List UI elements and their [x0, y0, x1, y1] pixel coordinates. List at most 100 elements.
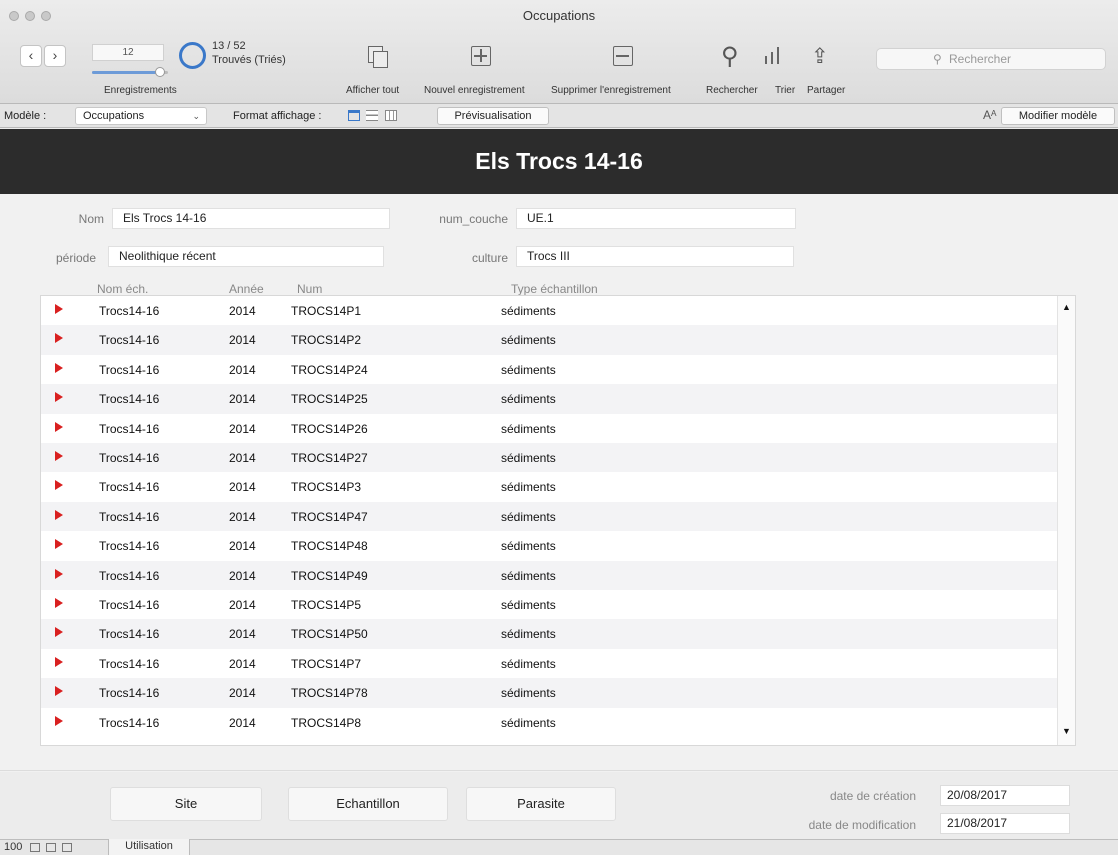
go-to-record-icon[interactable] — [55, 568, 63, 579]
table-row[interactable]: Trocs14-16 2014 TROCS14P47 sédiments — [41, 501, 1059, 532]
zoom-out-icon[interactable] — [30, 843, 40, 852]
table-row[interactable]: Trocs14-16 2014 TROCS14P7 sédiments — [41, 649, 1059, 678]
search-icon[interactable]: ⚲ — [721, 45, 739, 69]
table-row[interactable]: Trocs14-16 2014 TROCS14P26 sédiments — [41, 414, 1059, 443]
next-record-button[interactable]: › — [44, 45, 66, 67]
table-row[interactable]: Trocs14-16 2014 TROCS14P2 sédiments — [41, 325, 1059, 355]
table-row[interactable]: Trocs14-16 2014 TROCS14P48 sédiments — [41, 531, 1059, 560]
cell-annee: 2014 — [229, 539, 256, 554]
go-to-record-icon[interactable] — [55, 539, 63, 550]
share-button[interactable]: Partager — [807, 85, 845, 96]
found-count: 13 / 52 — [212, 40, 246, 52]
site-button[interactable]: Site — [110, 787, 262, 821]
go-to-record-icon[interactable] — [55, 656, 63, 667]
scroll-up-icon[interactable]: ▲ — [1062, 302, 1071, 312]
num-couche-field[interactable]: UE.1 — [516, 208, 796, 229]
sort-icon[interactable] — [765, 56, 767, 64]
search-field[interactable]: ⚲ Rechercher — [876, 48, 1106, 70]
table-row[interactable]: Trocs14-16 2014 TROCS14P49 sédiments — [41, 560, 1059, 590]
cell-nom-ech: Trocs14-16 — [99, 715, 160, 730]
table-row[interactable]: Trocs14-16 2014 TROCS14P5 sédiments — [41, 590, 1059, 619]
toggle-toolbar-icon[interactable] — [62, 843, 72, 852]
cell-nom-ech: Trocs14-16 — [99, 568, 160, 583]
table-row[interactable]: Trocs14-16 2014 TROCS14P50 sédiments — [41, 619, 1059, 649]
delete-record-button[interactable]: Supprimer l'enregistrement — [551, 85, 671, 96]
layout-select[interactable]: Occupations ⌄ — [75, 107, 207, 125]
found-label: Trouvés (Triés) — [212, 54, 286, 66]
cell-type: sédiments — [501, 509, 556, 524]
cell-nom-ech: Trocs14-16 — [99, 480, 160, 495]
cell-num: TROCS14P47 — [291, 509, 368, 524]
record-slider[interactable] — [92, 67, 168, 77]
cell-nom-ech: Trocs14-16 — [99, 656, 160, 671]
cell-annee: 2014 — [229, 333, 256, 348]
cell-num: TROCS14P3 — [291, 480, 362, 495]
record-slider-knob[interactable] — [155, 67, 165, 77]
preview-button[interactable]: Prévisualisation — [437, 107, 549, 125]
culture-field[interactable]: Trocs III — [516, 246, 794, 267]
cell-nom-ech: Trocs14-16 — [99, 392, 160, 407]
record-number-field[interactable]: 12 — [92, 44, 164, 61]
modified-date-field[interactable]: 21/08/2017 — [940, 813, 1070, 834]
mode-selector[interactable]: Utilisation — [108, 839, 190, 855]
cell-nom-ech: Trocs14-16 — [99, 509, 160, 524]
cell-nom-ech: Trocs14-16 — [99, 627, 160, 642]
samples-portal[interactable]: Trocs14-16 2014 TROCS14P1 sédiments Trocs14… — [40, 295, 1076, 746]
go-to-record-icon[interactable] — [55, 627, 63, 638]
new-record-button[interactable]: Nouvel enregistrement — [424, 85, 525, 96]
created-date-field[interactable]: 20/08/2017 — [940, 785, 1070, 806]
new-record-icon[interactable] — [471, 46, 491, 66]
cell-annee: 2014 — [229, 480, 256, 495]
previous-record-button[interactable]: ‹ — [20, 45, 42, 67]
form-view-icon[interactable] — [348, 110, 360, 121]
modified-date-label: date de modification — [808, 818, 916, 832]
cell-annee: 2014 — [229, 392, 256, 407]
table-row[interactable]: Trocs14-16 2014 TROCS14P1 sédiments — [41, 296, 1059, 325]
list-view-icon[interactable] — [366, 110, 378, 121]
share-icon[interactable]: ⇪ — [811, 46, 829, 68]
go-to-record-icon[interactable] — [55, 715, 63, 726]
show-all-button[interactable]: Afficher tout — [346, 85, 399, 96]
go-to-record-icon[interactable] — [55, 598, 63, 608]
zoom-in-icon[interactable] — [46, 843, 56, 852]
portal-scrollbar[interactable]: ▲ ▼ — [1057, 296, 1075, 745]
zoom-level[interactable]: 100 — [4, 841, 22, 853]
go-to-record-icon[interactable] — [55, 392, 63, 403]
cell-type: sédiments — [501, 568, 556, 583]
periode-field[interactable]: Neolithique récent — [108, 246, 384, 267]
table-row[interactable]: Trocs14-16 2014 TROCS14P27 sédiments — [41, 443, 1059, 473]
go-to-record-icon[interactable] — [55, 333, 63, 344]
go-to-record-icon[interactable] — [55, 451, 63, 461]
toolbar: Occupations ‹ › 12 Enregistrements 13 / … — [0, 0, 1118, 104]
view-format-label: Format affichage : — [233, 110, 322, 122]
scroll-down-icon[interactable]: ▼ — [1062, 726, 1071, 736]
font-size-icon[interactable]: Aᴬ — [983, 108, 996, 122]
go-to-record-icon[interactable] — [55, 362, 63, 373]
num-couche-label: num_couche — [439, 212, 508, 226]
cell-type: sédiments — [501, 656, 556, 671]
nom-field[interactable]: Els Trocs 14-16 — [112, 208, 390, 229]
find-button[interactable]: Rechercher — [706, 85, 758, 96]
go-to-record-icon[interactable] — [55, 421, 63, 432]
go-to-record-icon[interactable] — [55, 686, 63, 697]
table-row[interactable]: Trocs14-16 2014 TROCS14P24 sédiments — [41, 355, 1059, 384]
cell-num: TROCS14P78 — [291, 686, 368, 701]
sort-button[interactable]: Trier — [775, 85, 795, 96]
table-row[interactable]: Trocs14-16 2014 TROCS14P78 sédiments — [41, 678, 1059, 708]
go-to-record-icon[interactable] — [55, 304, 63, 314]
table-row[interactable]: Trocs14-16 2014 TROCS14P8 sédiments — [41, 708, 1059, 737]
cell-annee: 2014 — [229, 362, 256, 377]
cell-num: TROCS14P27 — [291, 451, 368, 465]
parasite-button[interactable]: Parasite — [466, 787, 616, 821]
cell-annee: 2014 — [229, 509, 256, 524]
table-row[interactable]: Trocs14-16 2014 TROCS14P3 sédiments — [41, 472, 1059, 501]
sample-button[interactable]: Echantillon — [288, 787, 448, 821]
edit-layout-button[interactable]: Modifier modèle — [1001, 107, 1115, 125]
go-to-record-icon[interactable] — [55, 509, 63, 520]
periode-label: période — [55, 251, 96, 265]
table-row[interactable]: Trocs14-16 2014 TROCS14P25 sédiments — [41, 384, 1059, 414]
go-to-record-icon[interactable] — [55, 480, 63, 491]
table-view-icon[interactable] — [385, 110, 397, 121]
show-all-icon[interactable] — [368, 46, 390, 68]
delete-record-icon[interactable] — [613, 46, 633, 66]
